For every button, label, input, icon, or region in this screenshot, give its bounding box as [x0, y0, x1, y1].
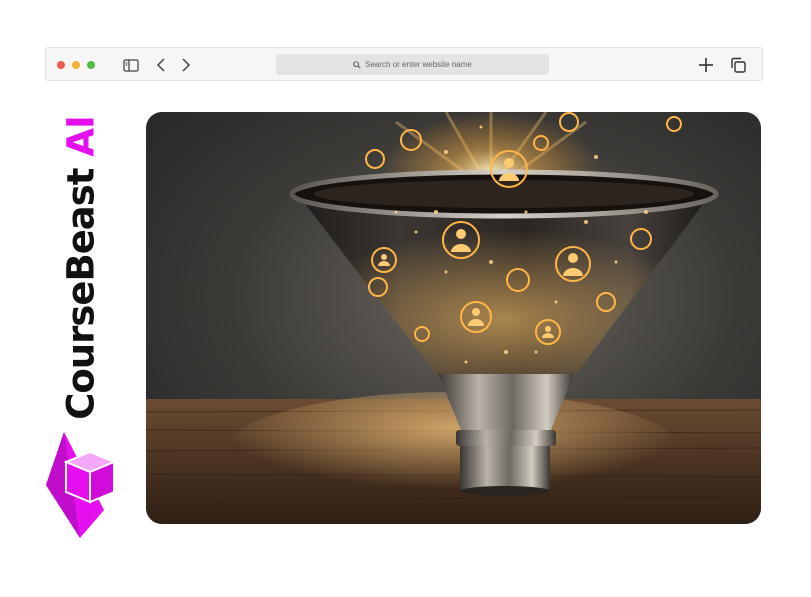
close-window-button[interactable] [57, 61, 65, 69]
sidebar-icon[interactable] [122, 56, 140, 74]
new-tab-plus-icon[interactable] [697, 56, 715, 74]
back-chevron-icon[interactable] [153, 56, 171, 74]
search-icon [353, 60, 361, 69]
maximize-window-button[interactable] [87, 61, 95, 69]
search-placeholder: Search or enter website name [365, 60, 472, 69]
hero-image [146, 112, 761, 524]
search-input[interactable]: Search or enter website name [276, 54, 549, 75]
brand-suffix: AI [59, 116, 103, 157]
tabs-overview-icon[interactable] [729, 56, 747, 74]
forward-chevron-icon[interactable] [176, 56, 194, 74]
browser-toolbar: Search or enter website name [45, 47, 763, 81]
coursebeast-logo-icon [46, 432, 117, 538]
brand-name: CourseBeast [59, 168, 103, 420]
funnel-illustration [146, 112, 761, 524]
brand-wordmark: CourseBeast AI [60, 116, 103, 420]
minimize-window-button[interactable] [72, 61, 80, 69]
